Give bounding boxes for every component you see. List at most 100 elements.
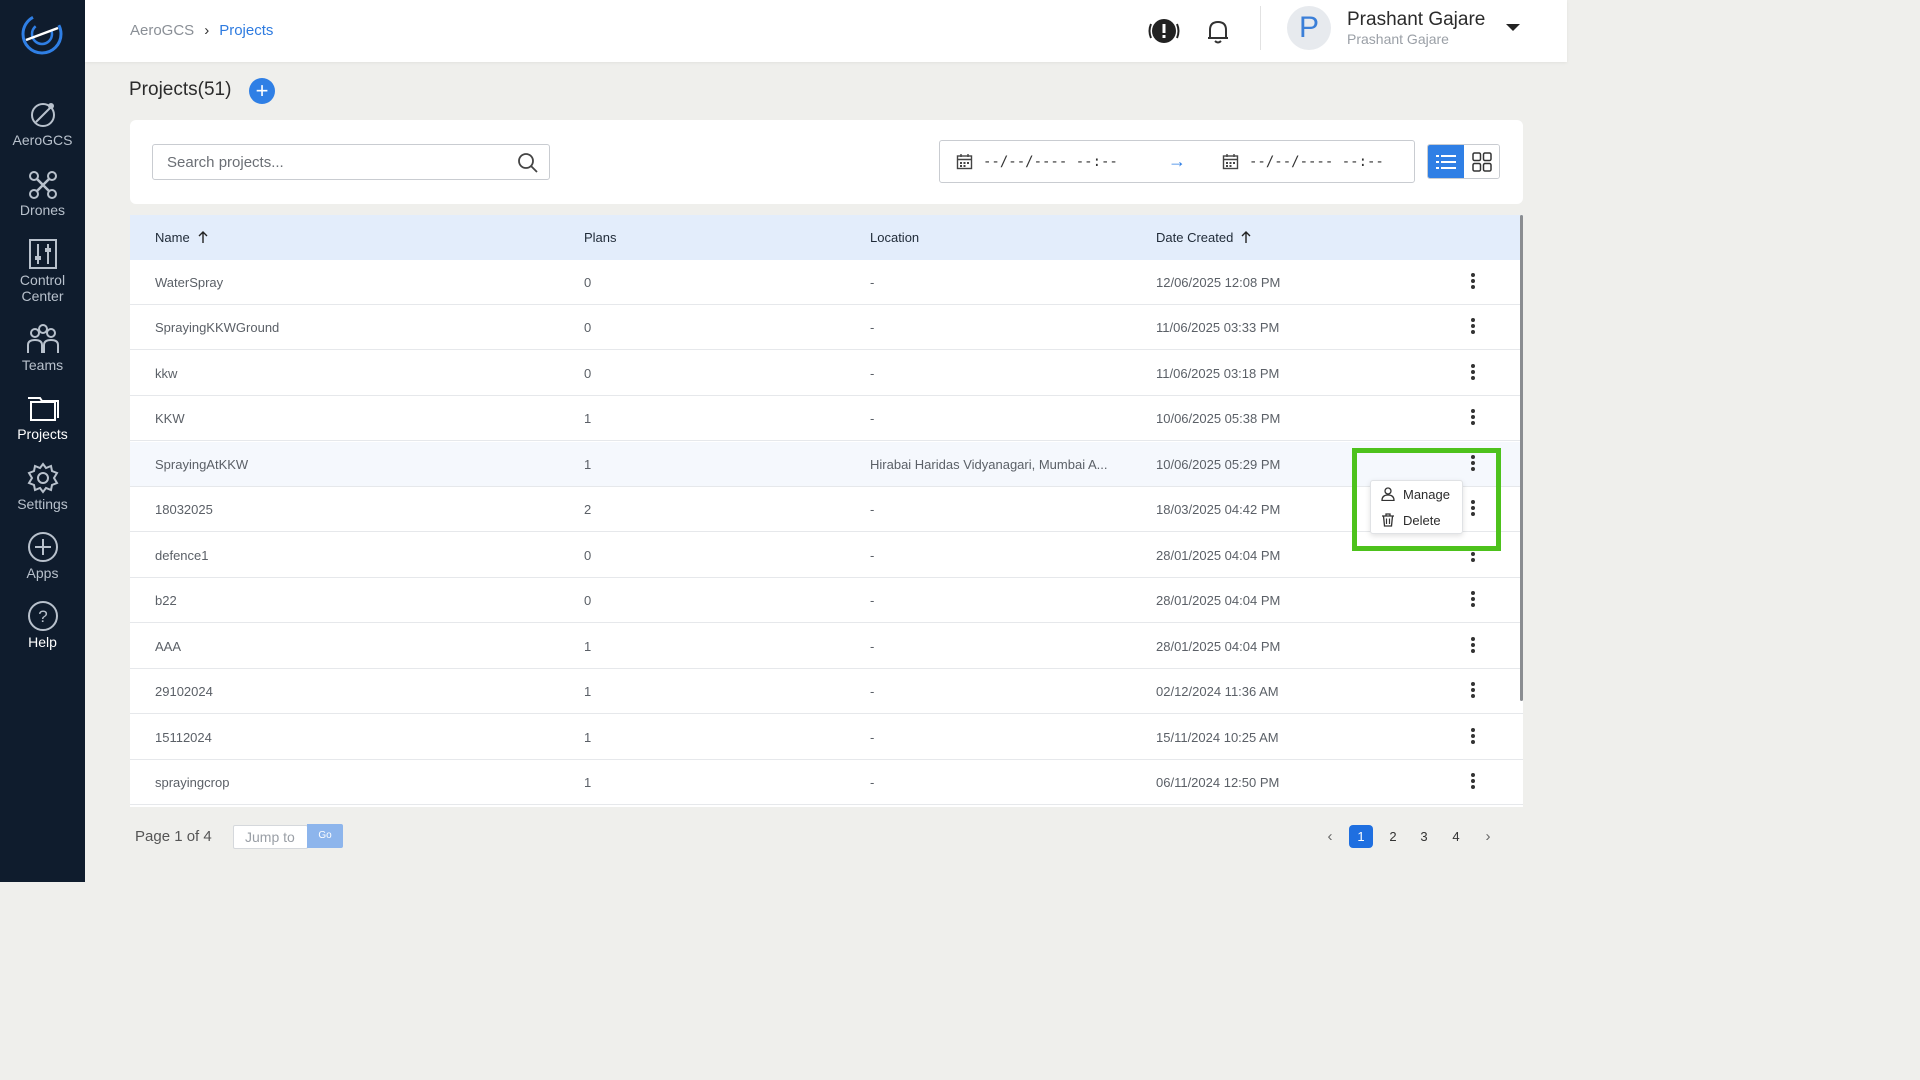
cell-date: 28/01/2025 04:04 PM	[1156, 548, 1281, 563]
cell-plans: 0	[584, 548, 592, 563]
satellite-dish-icon	[30, 103, 55, 127]
breadcrumb: AeroGCS › Projects	[130, 22, 273, 39]
sidebar-item-control-center[interactable]: Control Center	[0, 238, 85, 304]
top-header: AeroGCS › Projects P Prashant Gajare Prash…	[85, 0, 1567, 62]
table-row[interactable]: 29102024 1 - 02/12/2024 11:36 AM	[130, 669, 1523, 714]
grid-view-button[interactable]	[1464, 145, 1499, 178]
sidebar-item-drones[interactable]: Drones	[0, 170, 85, 218]
sidebar-label-projects: Projects	[17, 426, 68, 442]
aerogcs-logo-icon[interactable]	[18, 10, 66, 58]
team-icon	[26, 324, 59, 353]
cell-name: 18032025	[155, 502, 213, 517]
user-subtitle: Prashant Gajare	[1347, 31, 1449, 47]
sliders-icon	[28, 239, 57, 269]
jump-to-input[interactable]	[233, 825, 308, 849]
cell-location: -	[870, 411, 875, 426]
column-header-name[interactable]: Name	[155, 230, 208, 245]
add-project-button[interactable]: +	[249, 78, 275, 104]
breadcrumb-root[interactable]: AeroGCS	[130, 22, 194, 39]
row-more-options-icon[interactable]	[1466, 271, 1480, 295]
table-row[interactable]: 15112024 1 - 15/11/2024 10:25 AM	[130, 715, 1523, 760]
page-button-3[interactable]: 3	[1412, 825, 1436, 848]
sidebar-item-help[interactable]: ? Help	[0, 600, 85, 650]
table-row[interactable]: SprayingKKWGround 0 - 11/06/2025 03:33 P…	[130, 305, 1523, 350]
page-button-1[interactable]: 1	[1349, 825, 1373, 848]
cell-name: WaterSpray	[155, 275, 224, 290]
sidebar-item-apps[interactable]: Apps	[0, 531, 85, 581]
row-more-options-icon[interactable]	[1466, 635, 1480, 659]
cell-name: defence1	[155, 548, 209, 563]
table-row[interactable]: kkw 0 - 11/06/2025 03:18 PM	[130, 351, 1523, 396]
cell-plans: 0	[584, 320, 592, 335]
row-more-options-icon[interactable]	[1466, 680, 1480, 704]
sidebar-item-projects[interactable]: Projects	[0, 394, 85, 442]
column-header-location[interactable]: Location	[870, 230, 919, 245]
bell-icon[interactable]	[1201, 14, 1235, 48]
table-header: Name Plans Location Date Created	[130, 215, 1523, 260]
delete-label: Delete	[1403, 512, 1441, 528]
sidebar-item-aerogcs[interactable]: AeroGCS	[0, 98, 85, 148]
cell-date: 10/06/2025 05:38 PM	[1156, 411, 1281, 426]
table-row[interactable]: b22 0 - 28/01/2025 04:04 PM	[130, 578, 1523, 623]
cell-location: -	[870, 730, 875, 745]
row-more-options-icon[interactable]	[1466, 589, 1480, 613]
cell-location: -	[870, 775, 875, 790]
cell-name: kkw	[155, 366, 178, 381]
page-info: Page 1 of 4	[135, 828, 212, 845]
column-header-plans[interactable]: Plans	[584, 230, 617, 245]
table-row[interactable]: SprayingAtKKW 1 Hirabai Haridas Vidyanag…	[130, 442, 1523, 487]
page-button-4[interactable]: 4	[1444, 825, 1468, 848]
row-context-menu: Manage Delete	[1370, 480, 1463, 534]
search-icon[interactable]	[517, 152, 539, 174]
cell-name: 15112024	[155, 730, 212, 745]
folder-icon	[27, 397, 59, 421]
user-name: Prashant Gajare	[1347, 9, 1486, 30]
cell-date: 06/11/2024 12:50 PM	[1156, 775, 1280, 790]
date-from-value: --/--/---- --:--	[983, 153, 1118, 170]
row-more-options-icon[interactable]	[1466, 316, 1480, 340]
table-scrollbar[interactable]	[1520, 215, 1523, 701]
date-to-field[interactable]: --/--/---- --:--	[1222, 153, 1384, 170]
page-button-2[interactable]: 2	[1381, 825, 1405, 848]
drone-icon	[28, 171, 57, 199]
breadcrumb-current[interactable]: Projects	[219, 22, 273, 39]
row-more-options-icon[interactable]	[1466, 407, 1480, 431]
list-icon	[1436, 154, 1456, 169]
cell-plans: 1	[584, 457, 592, 472]
row-more-options-icon[interactable]	[1466, 362, 1480, 386]
manage-menu-item[interactable]: Manage	[1381, 483, 1450, 505]
go-button[interactable]: Go	[307, 824, 343, 848]
list-view-button[interactable]	[1428, 145, 1464, 178]
table-row[interactable]: defence1 0 - 28/01/2025 04:04 PM	[130, 533, 1523, 578]
date-from-field[interactable]: --/--/---- --:--	[956, 153, 1118, 170]
sidebar-item-teams[interactable]: Teams	[0, 323, 85, 373]
search-input[interactable]	[153, 145, 493, 179]
calendar-icon	[1222, 154, 1239, 170]
cell-name: SprayingAtKKW	[155, 457, 249, 472]
table-row[interactable]: 18032025 2 - 18/03/2025 04:42 PM	[130, 487, 1523, 532]
cell-date: 10/06/2025 05:29 PM	[1156, 457, 1281, 472]
next-page-button[interactable]: ›	[1476, 825, 1500, 848]
sidebar: AeroGCS Drones Control Center Teams Proj…	[0, 0, 85, 882]
cell-date: 28/01/2025 04:04 PM	[1156, 639, 1281, 654]
table-row[interactable]: sprayingcrop 1 - 06/11/2024 12:50 PM	[130, 760, 1523, 805]
avatar[interactable]: P	[1287, 6, 1331, 50]
delete-menu-item[interactable]: Delete	[1381, 509, 1441, 531]
alert-icon[interactable]	[1147, 14, 1181, 48]
projects-table: Name Plans Location Date Created WaterSp…	[130, 215, 1523, 807]
table-row[interactable]: AAA 1 - 28/01/2025 04:04 PM	[130, 624, 1523, 669]
prev-page-button[interactable]: ‹	[1318, 825, 1342, 848]
sidebar-item-settings[interactable]: Settings	[0, 462, 85, 512]
page-title: Projects(51)	[129, 79, 232, 100]
cell-name: AAA	[155, 639, 182, 654]
table-row[interactable]: WaterSpray 0 - 12/06/2025 12:08 PM	[130, 260, 1523, 305]
cell-plans: 2	[584, 502, 592, 517]
cell-plans: 0	[584, 593, 592, 608]
column-label-plans: Plans	[584, 230, 617, 245]
row-more-options-icon[interactable]	[1466, 771, 1480, 795]
user-menu-chevron-down-icon[interactable]	[1506, 24, 1520, 31]
cell-date: 02/12/2024 11:36 AM	[1156, 684, 1279, 699]
table-row[interactable]: KKW 1 - 10/06/2025 05:38 PM	[130, 396, 1523, 441]
row-more-options-icon[interactable]	[1466, 726, 1480, 750]
column-header-date-created[interactable]: Date Created	[1156, 230, 1251, 245]
